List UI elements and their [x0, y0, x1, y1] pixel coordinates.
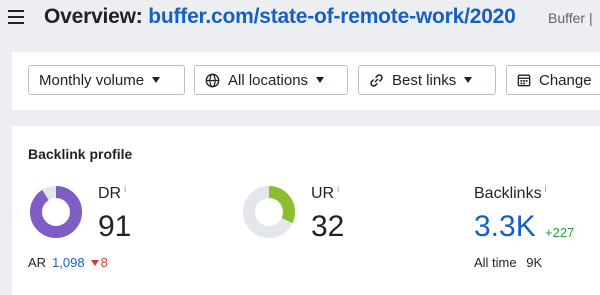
- filter-bar: Monthly volume All locations Best links …: [12, 52, 600, 110]
- ur-value: 32: [311, 210, 345, 243]
- menu-icon[interactable]: [8, 10, 24, 24]
- info-icon[interactable]: i: [124, 184, 126, 194]
- chevron-down-icon: [152, 77, 161, 83]
- section-title: Backlink profile: [28, 146, 133, 162]
- chevron-down-icon: [464, 77, 473, 83]
- page-header: Overview: buffer.com/state-of-remote-wor…: [0, 0, 600, 40]
- dr-donut-chart: [30, 186, 82, 238]
- project-name[interactable]: Buffer |: [548, 10, 593, 26]
- best-links-label: Best links: [392, 71, 457, 89]
- backlinks-delta: +227: [545, 225, 575, 240]
- page-title: Overview: buffer.com/state-of-remote-wor…: [44, 5, 516, 29]
- backlinks-label[interactable]: Backlinks i: [474, 184, 547, 203]
- down-arrow-icon: [90, 260, 99, 266]
- change-label: Change: [539, 71, 592, 89]
- monthly-volume-dropdown[interactable]: Monthly volume: [28, 65, 185, 95]
- dr-donut-fill: [30, 186, 82, 238]
- locations-label: All locations: [228, 71, 309, 89]
- dr-label[interactable]: DR i: [98, 184, 126, 203]
- ar-delta: 8: [100, 255, 108, 270]
- dr-label-text: DR: [98, 185, 122, 202]
- ur-label-text: UR: [311, 185, 335, 202]
- ar-label: AR: [28, 255, 47, 270]
- all-time-label: All time: [474, 255, 517, 270]
- change-dropdown[interactable]: Change: [506, 65, 600, 95]
- info-icon[interactable]: i: [337, 184, 339, 194]
- monthly-volume-label: Monthly volume: [39, 71, 145, 89]
- target-url-link[interactable]: buffer.com/state-of-remote-work/2020: [148, 5, 516, 28]
- backlink-profile-card: Backlink profile DR i 91 AR 1,098 8 UR i 32 …: [12, 126, 600, 295]
- all-time-row: All time 9K: [474, 255, 542, 270]
- dr-value: 91: [98, 210, 132, 243]
- ar-value-link[interactable]: 1,098: [52, 255, 85, 270]
- chevron-down-icon: [316, 77, 325, 83]
- all-time-value: 9K: [526, 255, 543, 270]
- title-prefix: Overview:: [44, 5, 149, 28]
- ur-donut-chart: [243, 186, 295, 238]
- ur-label[interactable]: UR i: [311, 184, 339, 203]
- info-icon[interactable]: i: [545, 184, 547, 194]
- backlinks-value-link[interactable]: 3.3K: [474, 210, 536, 244]
- calendar-icon: [517, 73, 531, 87]
- link-icon: [369, 73, 384, 88]
- globe-icon: [205, 73, 220, 88]
- ar-row: AR 1,098 8: [28, 255, 108, 270]
- locations-dropdown[interactable]: All locations: [194, 65, 348, 95]
- backlinks-label-text: Backlinks: [474, 185, 542, 202]
- best-links-dropdown[interactable]: Best links: [358, 65, 496, 95]
